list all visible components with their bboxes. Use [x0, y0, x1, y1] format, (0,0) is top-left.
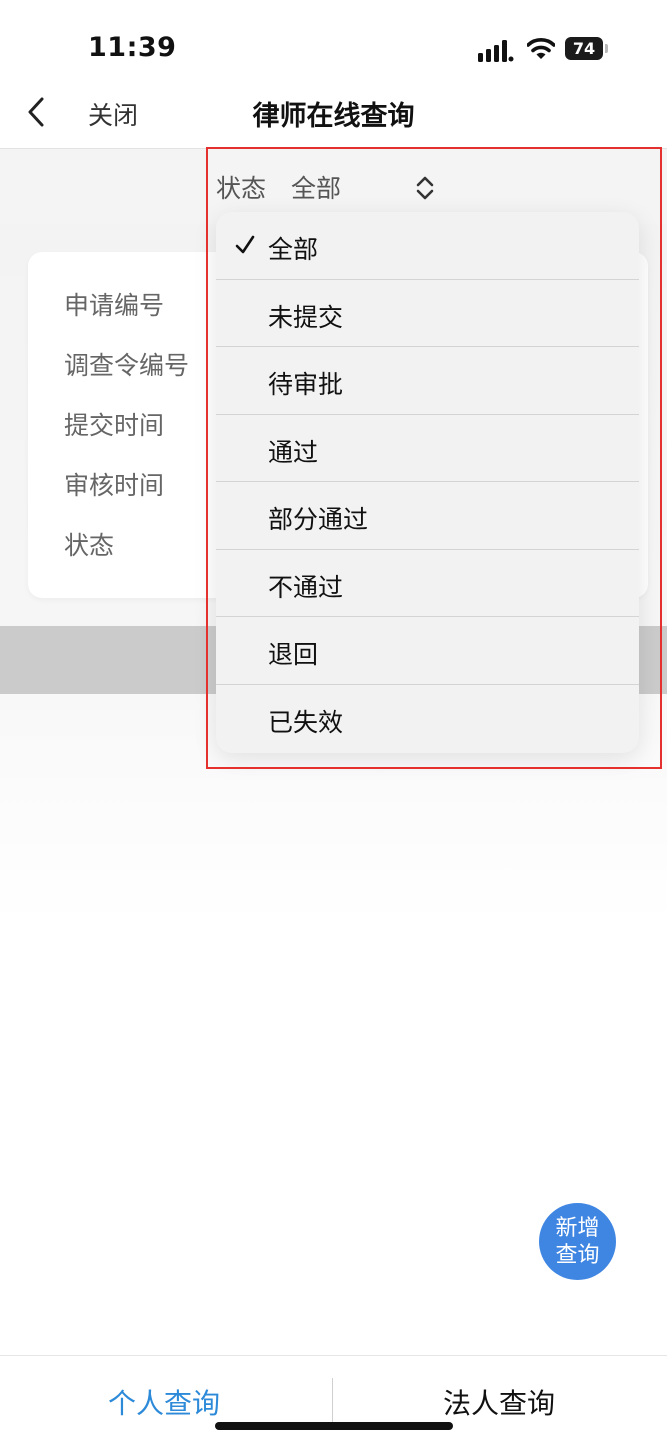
battery-tip [605, 44, 608, 53]
fab-label-line1: 新增 [555, 1215, 600, 1241]
signal-icon [478, 40, 514, 62]
status-time: 11:39 [88, 32, 177, 63]
field-order-number: 调查令编号 [64, 351, 190, 380]
field-review-time: 审核时间 [64, 471, 165, 500]
sort-updown-icon[interactable] [414, 175, 436, 201]
menu-item-label: 退回 [268, 640, 319, 669]
menu-item-partially-approved[interactable]: 部分通过 [216, 482, 639, 550]
menu-item-pending[interactable]: 待审批 [216, 347, 639, 415]
tab-personal-query[interactable]: 个人查询 [108, 1382, 220, 1422]
menu-item-not-submitted[interactable]: 未提交 [216, 280, 639, 347]
field-status: 状态 [64, 531, 115, 560]
status-dropdown-menu: 全部 未提交 待审批 通过 部分通过 不通过 退回 已失效 [216, 212, 639, 753]
tab-divider [332, 1378, 333, 1424]
navigation-bar: 律师在线查询 关闭 [0, 80, 667, 146]
battery-icon: 74 [565, 37, 611, 60]
battery-level: 74 [565, 37, 603, 60]
bottom-tab-bar: 个人查询 法人查询 [0, 1355, 667, 1446]
home-indicator [215, 1422, 453, 1430]
menu-item-label: 未提交 [268, 302, 344, 332]
menu-item-all[interactable]: 全部 [216, 212, 639, 280]
menu-item-rejected[interactable]: 不通过 [216, 550, 639, 617]
menu-item-expired[interactable]: 已失效 [216, 685, 639, 753]
checkmark-icon [235, 235, 255, 254]
field-submit-time: 提交时间 [64, 411, 165, 440]
menu-item-label: 已失效 [268, 707, 344, 737]
wifi-icon [527, 38, 555, 59]
status-bar: 11:39 74 [0, 0, 667, 90]
menu-item-label: 部分通过 [268, 505, 369, 534]
menu-item-label: 待审批 [268, 370, 344, 399]
close-button[interactable]: 关闭 [88, 96, 138, 132]
menu-item-label: 全部 [268, 235, 319, 264]
menu-item-label: 通过 [268, 437, 319, 467]
menu-item-approved[interactable]: 通过 [216, 415, 639, 482]
filter-label: 状态 [216, 174, 267, 203]
menu-item-returned[interactable]: 退回 [216, 617, 639, 685]
menu-item-label: 不通过 [268, 572, 344, 602]
filter-value[interactable]: 全部 [291, 169, 341, 205]
new-query-button[interactable]: 新增 查询 [539, 1203, 616, 1280]
fab-label-line2: 查询 [555, 1242, 600, 1268]
field-application-number: 申请编号 [64, 291, 165, 320]
tab-corporate-query[interactable]: 法人查询 [443, 1382, 555, 1422]
